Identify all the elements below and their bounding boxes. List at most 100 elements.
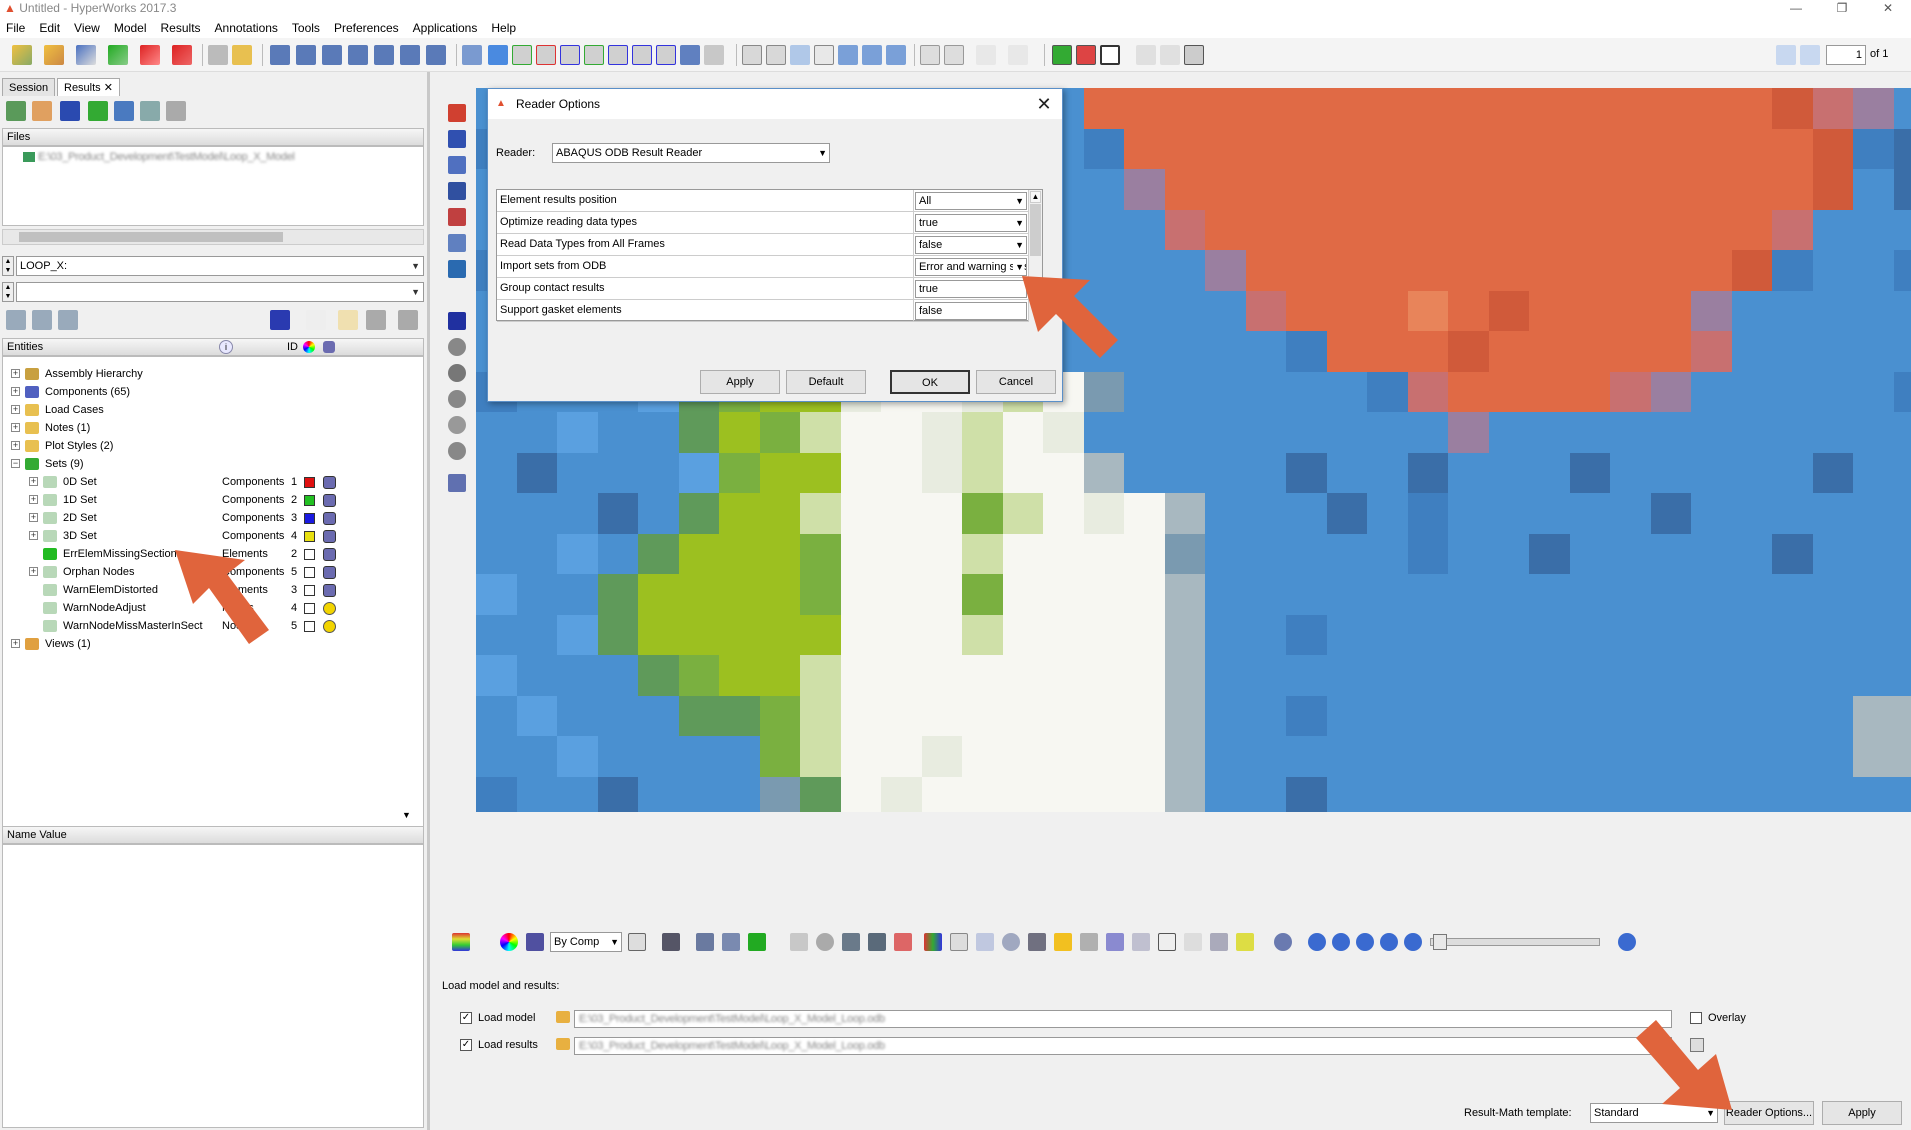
expand-toggle-icon[interactable]: + (29, 567, 38, 576)
result-settings-icon[interactable] (166, 101, 186, 121)
tree-item[interactable]: + Load Cases (3, 401, 423, 419)
open-session-icon[interactable] (44, 45, 64, 65)
dropdown-arrow-icon[interactable]: ▼ (1013, 259, 1024, 275)
vector-tool-icon[interactable] (1132, 933, 1150, 951)
color-swatch[interactable] (304, 477, 315, 488)
shaded-mode-icon[interactable] (662, 933, 680, 951)
axis-tool-icon[interactable] (1080, 933, 1098, 951)
tree-item[interactable]: + Orphan Nodes Components 5 (3, 563, 423, 581)
tab-session[interactable]: Session (2, 78, 56, 96)
load-model-folder-icon[interactable] (556, 1011, 570, 1023)
menu-tools[interactable]: Tools (292, 21, 320, 35)
marker-icon[interactable] (1054, 933, 1072, 951)
display-cube-icon[interactable] (323, 494, 336, 507)
menu-view[interactable]: View (74, 21, 100, 35)
node-marker-icon[interactable] (323, 620, 336, 633)
beam-icon[interactable] (1028, 933, 1046, 951)
arrow-left-icon[interactable] (488, 45, 508, 65)
model-icon[interactable] (60, 101, 80, 121)
folder-open-icon[interactable] (32, 101, 52, 121)
color-swatch[interactable] (304, 531, 315, 542)
axis-iso-icon[interactable] (632, 45, 652, 65)
copy-icon[interactable] (944, 45, 964, 65)
save-icon[interactable] (76, 45, 96, 65)
option-value-select[interactable]: false ▼ (915, 236, 1027, 254)
animation-settings-icon[interactable] (1618, 933, 1636, 951)
color-swatch[interactable] (304, 621, 315, 632)
layout-4-icon[interactable] (348, 45, 368, 65)
mesh-mode-icon[interactable] (628, 933, 646, 951)
animation-slider[interactable] (1430, 934, 1600, 950)
minimize-button[interactable]: — (1773, 0, 1819, 18)
close-window-button[interactable]: ✕ (1865, 0, 1911, 18)
dialog-close-button[interactable]: ✕ (1032, 92, 1056, 116)
spring-icon[interactable] (1106, 933, 1124, 951)
fit-vertical-icon[interactable] (862, 45, 882, 65)
menu-help[interactable]: Help (491, 21, 516, 35)
secondary-combo[interactable]: ▼ (16, 282, 424, 302)
result-tree-icon[interactable] (140, 101, 160, 121)
tree-item[interactable]: +1D Set Components 2 (3, 491, 423, 509)
color-swatch[interactable] (304, 603, 315, 614)
open-model-icon[interactable] (12, 45, 32, 65)
zoom-icon[interactable] (766, 45, 786, 65)
option-value-select[interactable]: All ▼ (915, 192, 1027, 210)
expand-toggle-icon[interactable]: + (11, 639, 20, 648)
page-number-field[interactable]: 1 (1826, 45, 1866, 65)
note-icon[interactable] (1158, 933, 1176, 951)
move-icon[interactable] (1210, 933, 1228, 951)
load-results-icon[interactable] (6, 101, 26, 121)
last-frame-icon[interactable] (1404, 933, 1422, 951)
overlay-checkbox[interactable] (1690, 1012, 1702, 1024)
results-options-icon[interactable] (1690, 1038, 1704, 1052)
option-value-select[interactable]: Error and warning sets ▼ (915, 258, 1027, 276)
play-icon[interactable] (1356, 933, 1374, 951)
tree-item[interactable]: + Views (1) (3, 635, 423, 653)
load-model-checkbox[interactable]: ✓ (460, 1012, 472, 1024)
tree-item[interactable]: +3D Set Components 4 (3, 527, 423, 545)
comment-icon[interactable] (816, 933, 834, 951)
color-swatch[interactable] (304, 513, 315, 524)
rotate-center-icon[interactable] (790, 45, 810, 65)
display-cube-icon[interactable] (323, 584, 336, 597)
option-value-select[interactable]: true ▼ (915, 214, 1027, 232)
expand-toggle-icon[interactable]: + (11, 423, 20, 432)
color-by-icon[interactable] (526, 933, 544, 951)
menu-applications[interactable]: Applications (413, 21, 478, 35)
default-button[interactable]: Default (786, 370, 866, 394)
filter-icon[interactable] (448, 442, 466, 460)
mirror-icon[interactable] (722, 933, 740, 951)
vector-icon[interactable] (448, 156, 466, 174)
node-edit-icon[interactable] (790, 933, 808, 951)
tree-item[interactable]: WarnElemDistorted Elements 3 (3, 581, 423, 599)
select-cursor-icon[interactable] (306, 310, 326, 330)
view-restore-icon[interactable] (704, 45, 724, 65)
apply-button[interactable]: Apply (700, 370, 780, 394)
page-next-layout-icon[interactable] (1160, 45, 1180, 65)
animation-slider-thumb[interactable] (1433, 934, 1447, 950)
ppt-export-icon[interactable] (172, 45, 192, 65)
tree-item[interactable]: + Assembly Hierarchy (3, 365, 423, 383)
entity-collapse-icon[interactable] (58, 310, 78, 330)
edge-icon[interactable] (894, 933, 912, 951)
cancel-button[interactable]: Cancel (976, 370, 1056, 394)
fit-horizontal-icon[interactable] (838, 45, 858, 65)
next-frame-icon[interactable] (1380, 933, 1398, 951)
dropdown-arrow-icon[interactable]: ▼ (1013, 193, 1024, 209)
tree-item[interactable]: + Notes (1) (3, 419, 423, 437)
show-all-icon[interactable] (398, 310, 418, 330)
loop-spinner[interactable]: ▲ ▼ (2, 256, 14, 276)
load-apply-button[interactable]: Apply (1822, 1101, 1902, 1125)
axis-z-icon[interactable] (560, 45, 580, 65)
rotate-icon[interactable] (886, 45, 906, 65)
measure-icon[interactable] (448, 234, 466, 252)
menu-annotations[interactable]: Annotations (215, 21, 278, 35)
curve-icon[interactable] (976, 933, 994, 951)
iso-icon[interactable] (448, 208, 466, 226)
pan-hand-icon[interactable] (814, 45, 834, 65)
tree-item[interactable]: +0D Set Components 1 (3, 473, 423, 491)
export-results-icon[interactable] (114, 101, 134, 121)
options-scrollbar[interactable]: ▲ (1028, 190, 1042, 322)
node-marker-icon[interactable] (323, 602, 336, 615)
paste-special-icon[interactable] (1008, 45, 1028, 65)
